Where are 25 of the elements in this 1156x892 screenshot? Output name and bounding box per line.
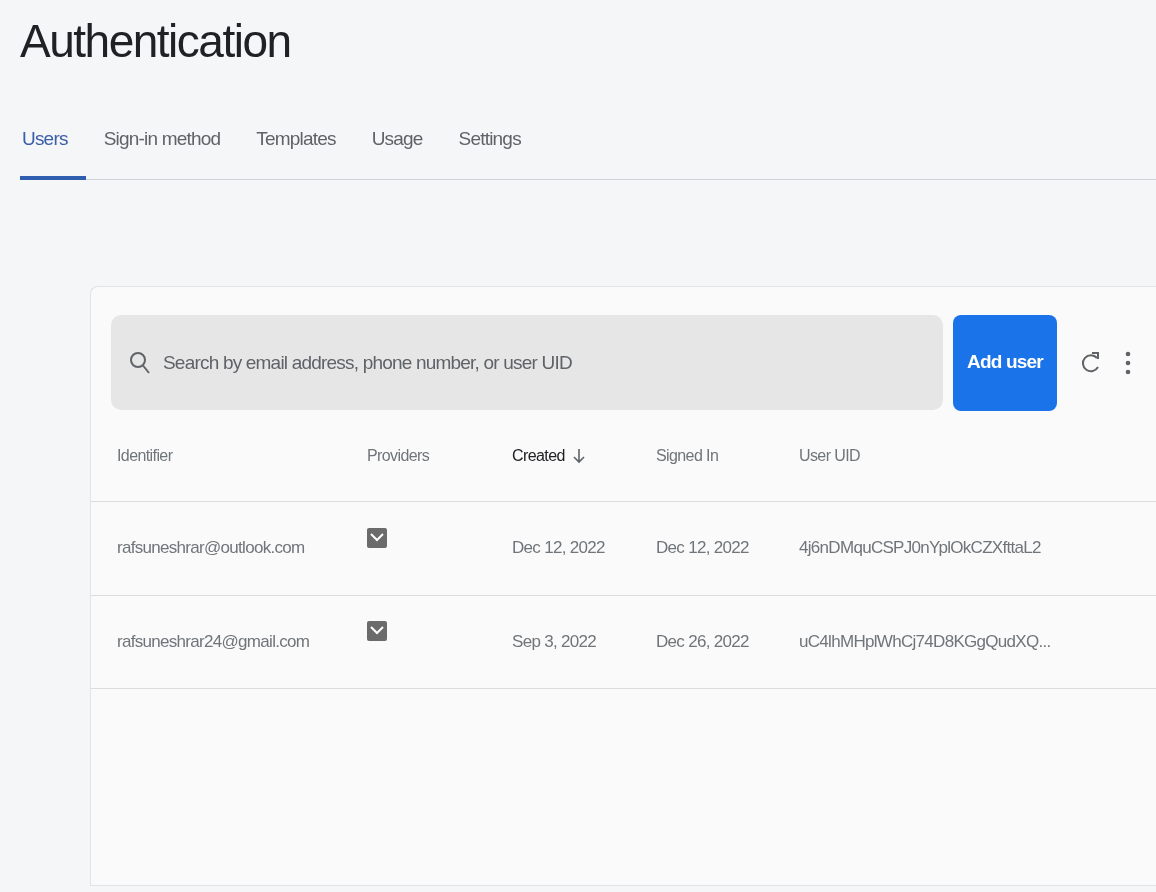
- search-field[interactable]: Search by email address, phone number, or user UID: [111, 315, 943, 411]
- table-cell: Dec 12, 2022: [656, 538, 749, 558]
- tab[interactable]: Templates: [238, 125, 354, 180]
- tab[interactable]: Sign-in method: [85, 125, 239, 180]
- tab[interactable]: Settings: [440, 125, 539, 180]
- more-icon[interactable]: [1125, 349, 1131, 376]
- table-cell: rafsuneshrar@outlook.com: [117, 538, 305, 558]
- tab[interactable]: Usage: [353, 125, 441, 180]
- table-cell: rafsuneshrar24@gmail.com: [117, 631, 310, 651]
- page-title: Authentication: [20, 14, 292, 69]
- column-header: Signed In: [656, 446, 719, 464]
- sort-down-icon[interactable]: [572, 447, 585, 464]
- table-cell: Dec 12, 2022: [512, 538, 605, 558]
- column-header: Providers: [367, 446, 430, 464]
- add-user-button[interactable]: Add user: [953, 314, 1057, 411]
- column-header: Identifier: [117, 446, 173, 464]
- column-header[interactable]: Created: [512, 443, 565, 468]
- table-cell: uC4lhMHplWhCj74D8KGgQudXQ...: [799, 631, 1051, 651]
- column-header: User UID: [799, 446, 860, 464]
- table-cell: Sep 3, 2022: [512, 631, 596, 651]
- mail-icon: [367, 527, 387, 548]
- table-cell: Dec 26, 2022: [656, 631, 749, 651]
- tab[interactable]: Users: [20, 125, 86, 180]
- table-cell: 4j6nDMquCSPJ0nYplOkCZXfttaL2: [799, 538, 1041, 558]
- mail-icon: [367, 621, 387, 642]
